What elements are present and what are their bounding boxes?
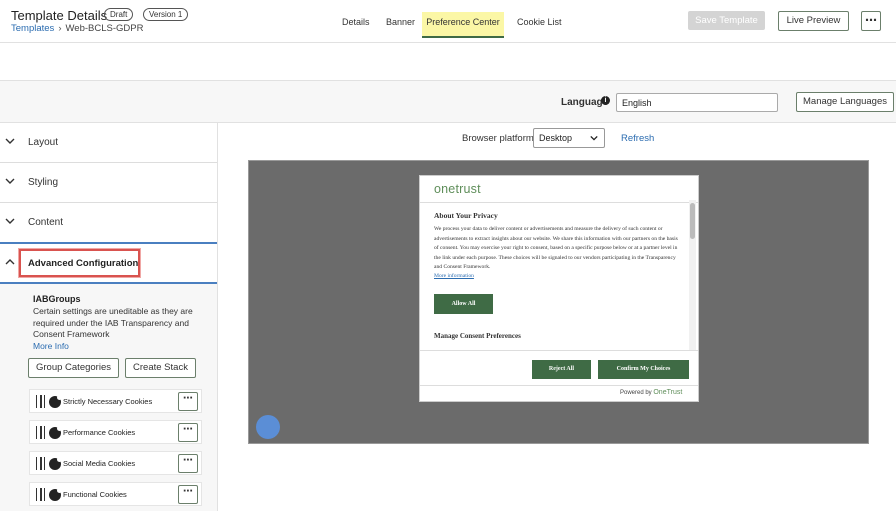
onetrust-logo: onetrust (434, 182, 481, 196)
chevron-right-icon: › (58, 23, 62, 34)
breadcrumb-templates-link[interactable]: Templates (11, 23, 54, 34)
browser-platform-select[interactable]: Desktop (533, 128, 605, 148)
cookie-name: Strictly Necessary Cookies (63, 397, 153, 406)
cookie-more-button[interactable]: ⋯ (178, 454, 198, 473)
accordion-content[interactable]: Content (0, 203, 217, 243)
about-privacy-title: About Your Privacy (434, 211, 498, 220)
cookie-name: Functional Cookies (63, 490, 127, 499)
cookie-more-button[interactable]: ⋯ (178, 392, 198, 411)
version-badge: Version 1 (143, 8, 189, 21)
tab-details[interactable]: Details (342, 12, 370, 38)
cookie-icon (49, 488, 62, 501)
cookie-row[interactable]: Functional Cookies ⋯ (29, 482, 202, 506)
manage-consent-title: Manage Consent Preferences (434, 332, 521, 340)
cookie-icon (49, 426, 62, 439)
page-title: Template Details (11, 8, 108, 23)
language-input[interactable]: English (616, 93, 778, 112)
accordion-label: Layout (28, 137, 59, 148)
draft-badge: Draft (104, 8, 134, 21)
chevron-up-icon (5, 259, 15, 265)
about-privacy-text: We process your data to deliver content … (434, 226, 678, 271)
chevron-down-icon (5, 218, 15, 224)
cookie-name: Performance Cookies (63, 428, 136, 437)
allow-all-button[interactable]: Allow All (434, 294, 493, 314)
breadcrumb: Templates › Web-BCLS-GDPR (11, 23, 143, 34)
scrollbar-thumb[interactable] (690, 203, 695, 239)
divider (420, 202, 698, 203)
breadcrumb-current: Web-BCLS-GDPR (65, 23, 144, 34)
chevron-down-icon (590, 135, 598, 141)
cookie-row[interactable]: Performance Cookies ⋯ (29, 420, 202, 444)
cookie-icon (49, 457, 62, 470)
browser-platform-value: Desktop (539, 133, 573, 143)
floating-settings-icon[interactable] (256, 415, 280, 439)
cookie-more-button[interactable]: ⋯ (178, 423, 198, 442)
live-preview-button[interactable]: Live Preview (778, 11, 849, 31)
divider (420, 385, 698, 386)
cookie-icon (49, 395, 62, 408)
accordion-label: Advanced Configuration (28, 258, 139, 269)
tab-cookie-list[interactable]: Cookie List (517, 12, 562, 38)
chevron-down-icon (5, 178, 15, 184)
group-categories-button[interactable]: Group Categories (28, 358, 119, 378)
confirm-choices-button[interactable]: Confirm My Choices (598, 360, 689, 379)
tab-preference-center[interactable]: Preference Center (422, 12, 504, 38)
cookie-row[interactable]: Strictly Necessary Cookies ⋯ (29, 389, 202, 413)
drag-handle-icon[interactable] (36, 426, 45, 439)
cookie-more-button[interactable]: ⋯ (178, 485, 198, 504)
refresh-link[interactable]: Refresh (621, 133, 654, 144)
cookie-name: Social Media Cookies (63, 459, 136, 468)
drag-handle-icon[interactable] (36, 488, 45, 501)
more-options-button[interactable]: ⋯ (861, 11, 881, 31)
reject-all-button[interactable]: Reject All (532, 360, 591, 379)
more-information-link[interactable]: More information (434, 273, 474, 279)
manage-languages-button[interactable]: Manage Languages (796, 92, 894, 112)
accordion-styling[interactable]: Styling (0, 163, 217, 203)
info-icon[interactable]: i (601, 96, 610, 105)
iab-groups-title: IABGroups (33, 294, 81, 304)
powered-by-brand: OneTrust (653, 389, 683, 396)
more-info-link[interactable]: More Info (33, 341, 69, 351)
accordion-label: Content (28, 217, 64, 228)
powered-by: Powered by OneTrust (620, 389, 682, 396)
cookie-row[interactable]: Social Media Cookies ⋯ (29, 451, 202, 475)
tab-banner[interactable]: Banner (386, 12, 415, 38)
accordion-label: Styling (28, 177, 59, 188)
powered-by-text: Powered by (620, 390, 652, 396)
create-stack-button[interactable]: Create Stack (125, 358, 196, 378)
iab-description: Certain settings are uneditable as they … (33, 306, 193, 339)
divider (420, 350, 698, 351)
accordion-layout[interactable]: Layout (0, 123, 217, 163)
browser-platform-label: Browser platform: (462, 133, 537, 144)
drag-handle-icon[interactable] (36, 395, 45, 408)
drag-handle-icon[interactable] (36, 457, 45, 470)
chevron-down-icon (5, 138, 15, 144)
save-template-button[interactable]: Save Template (688, 11, 765, 30)
tab-bar (0, 43, 896, 81)
